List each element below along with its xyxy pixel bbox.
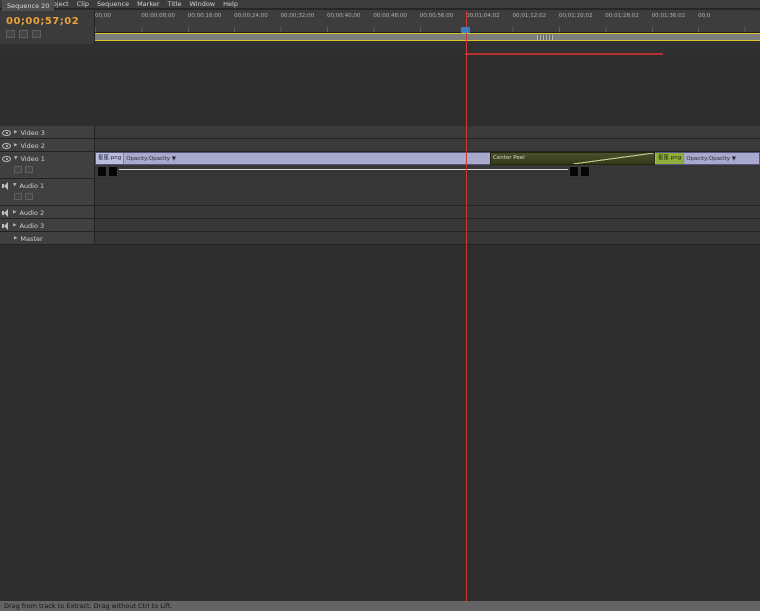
timeline-ruler[interactable]: 00;0000;00;08;0000;00;16;0000;00;24;0000… — [95, 11, 760, 33]
clip-thumbnail — [569, 166, 579, 177]
toggle-track-output-icon[interactable] — [2, 130, 11, 136]
expand-arrow-icon[interactable] — [14, 156, 17, 161]
premiere-application-window: FileEditProjectClipSequenceMarkerTitleWi… — [0, 0, 760, 611]
track-name: Master — [20, 235, 42, 243]
track-row-audio1: Audio 1 — [0, 179, 760, 206]
track-header-video2[interactable]: Video 2 — [0, 139, 95, 151]
playhead-handle[interactable] — [461, 27, 470, 33]
track-row-video2: Video 2 — [0, 139, 760, 152]
ruler-label: 00;00;32;00 — [281, 11, 327, 32]
ruler-label: 00;00;16;00 — [188, 11, 234, 32]
ruler-label: 00;01;04;02 — [466, 11, 512, 32]
status-message: Drag from track to Extract. Drag without… — [4, 602, 172, 610]
timeline-content: 00;0000;00;08;0000;00;16;0000;00;24;0000… — [0, 11, 760, 611]
status-bar: Drag from track to Extract. Drag without… — [0, 601, 760, 611]
track-header-master[interactable]: Master — [0, 232, 95, 244]
track-name: Audio 1 — [19, 182, 44, 190]
track-lane-audio2[interactable] — [95, 206, 760, 218]
ruler-label: 00;01;12;02 — [513, 11, 559, 32]
track-header-audio2[interactable]: Audio 2 — [0, 206, 95, 218]
menu-item[interactable]: Marker — [133, 0, 163, 9]
ruler-label: 00;0 — [698, 11, 744, 32]
clip-thumbnail — [580, 166, 590, 177]
track-lane-video2[interactable] — [95, 139, 760, 151]
work-area-bar[interactable] — [95, 33, 760, 41]
tab-sequence[interactable]: Sequence 20 — [2, 0, 54, 11]
track-row-audio2: Audio 2 — [0, 206, 760, 219]
expand-arrow-icon[interactable] — [13, 223, 16, 228]
track-name: Video 2 — [20, 142, 44, 150]
timeline-current-timecode[interactable]: 00;00;57;02 — [6, 16, 79, 27]
clip-a-effect-label[interactable]: Opacity:Opacity ▼ — [126, 156, 176, 162]
ruler-label: 00;00;08;00 — [141, 11, 187, 32]
ruler-label: 00;00;24;00 — [234, 11, 280, 32]
track-row-audio3: Audio 3 — [0, 219, 760, 232]
empty-track-area — [0, 55, 760, 126]
empty-track-area — [0, 245, 760, 603]
track-lane-audio3[interactable] — [95, 219, 760, 231]
menu-item[interactable]: Sequence — [93, 0, 133, 9]
opacity-rubber-band[interactable] — [119, 169, 568, 170]
track-name: Video 3 — [20, 129, 44, 137]
set-display-style-icon[interactable] — [14, 166, 22, 173]
track-lane-video3[interactable] — [95, 126, 760, 138]
track-lane-master[interactable] — [95, 232, 760, 244]
clip-thumbnail — [97, 166, 107, 177]
timeline-header-column: 00;00;57;02 — [0, 11, 95, 44]
menu-item[interactable]: Help — [219, 0, 242, 9]
track-name: Video 1 — [20, 155, 44, 163]
menu-bar: FileEditProjectClipSequenceMarkerTitleWi… — [0, 0, 760, 9]
ruler-label: 00;01;36;02 — [652, 11, 698, 32]
expand-arrow-icon[interactable] — [13, 183, 16, 188]
track-name: Audio 3 — [19, 222, 44, 230]
work-area-grip[interactable] — [537, 35, 553, 40]
ruler-label: 00;00;56;00 — [420, 11, 466, 32]
speaker-icon[interactable] — [2, 209, 10, 217]
track-header-audio1[interactable]: Audio 1 — [0, 179, 95, 205]
menu-item[interactable]: Window — [185, 0, 219, 9]
transition-center-peel[interactable]: Center Peel — [490, 152, 655, 165]
ruler-label: 00;01;20;02 — [559, 11, 605, 32]
timeline-panel: Sequence 20 00;0000;00;08;0000;00;16;000… — [0, 0, 760, 308]
track-row-video1: Video 1 星星.png Opacity:Opacity ▼ 星星.png … — [0, 152, 760, 179]
track-lane-video1[interactable]: 星星.png Opacity:Opacity ▼ 星星.png Opacity:… — [95, 152, 760, 165]
ruler-label: 00;00;48;00 — [373, 11, 419, 32]
ruler-label: 00;01;28;02 — [605, 11, 651, 32]
track-name: Audio 2 — [19, 209, 44, 217]
set-encore-chapter-icon[interactable] — [19, 30, 28, 38]
track-header-audio3[interactable]: Audio 3 — [0, 219, 95, 231]
expand-arrow-icon[interactable] — [14, 130, 17, 135]
menu-item[interactable]: Clip — [73, 0, 93, 9]
ruler-label: 00;00;40;00 — [327, 11, 373, 32]
menu-item[interactable]: Title — [164, 0, 186, 9]
track-row-master: Master — [0, 232, 760, 245]
track-lane-audio1[interactable] — [95, 179, 760, 205]
show-keyframes-icon[interactable] — [25, 166, 33, 173]
track-row-video3: Video 3 — [0, 126, 760, 139]
track-header-video1[interactable]: Video 1 — [0, 152, 95, 178]
expand-arrow-icon[interactable] — [14, 236, 17, 241]
toggle-track-output-icon[interactable] — [2, 156, 11, 162]
playhead-line — [466, 11, 467, 602]
keyframe-lane-video1[interactable] — [95, 165, 760, 179]
toggle-track-output-icon[interactable] — [2, 143, 11, 149]
speaker-icon[interactable] — [2, 182, 10, 190]
clip-thumbnail — [108, 166, 118, 177]
clip-b-effect-label[interactable]: Opacity:Opacity ▼ — [686, 156, 736, 162]
expand-arrow-icon[interactable] — [14, 143, 17, 148]
clip-b-name: 星星.png — [656, 153, 684, 164]
ruler-label: 00;00 — [95, 11, 141, 32]
track-header-video3[interactable]: Video 3 — [0, 126, 95, 138]
set-marker-icon[interactable] — [32, 30, 41, 38]
set-display-style-icon[interactable] — [14, 193, 22, 200]
speaker-icon[interactable] — [2, 222, 10, 230]
snap-icon[interactable] — [6, 30, 15, 38]
clip-a-name: 星星.png — [96, 153, 124, 164]
show-keyframes-icon[interactable] — [25, 193, 33, 200]
expand-arrow-icon[interactable] — [13, 210, 16, 215]
